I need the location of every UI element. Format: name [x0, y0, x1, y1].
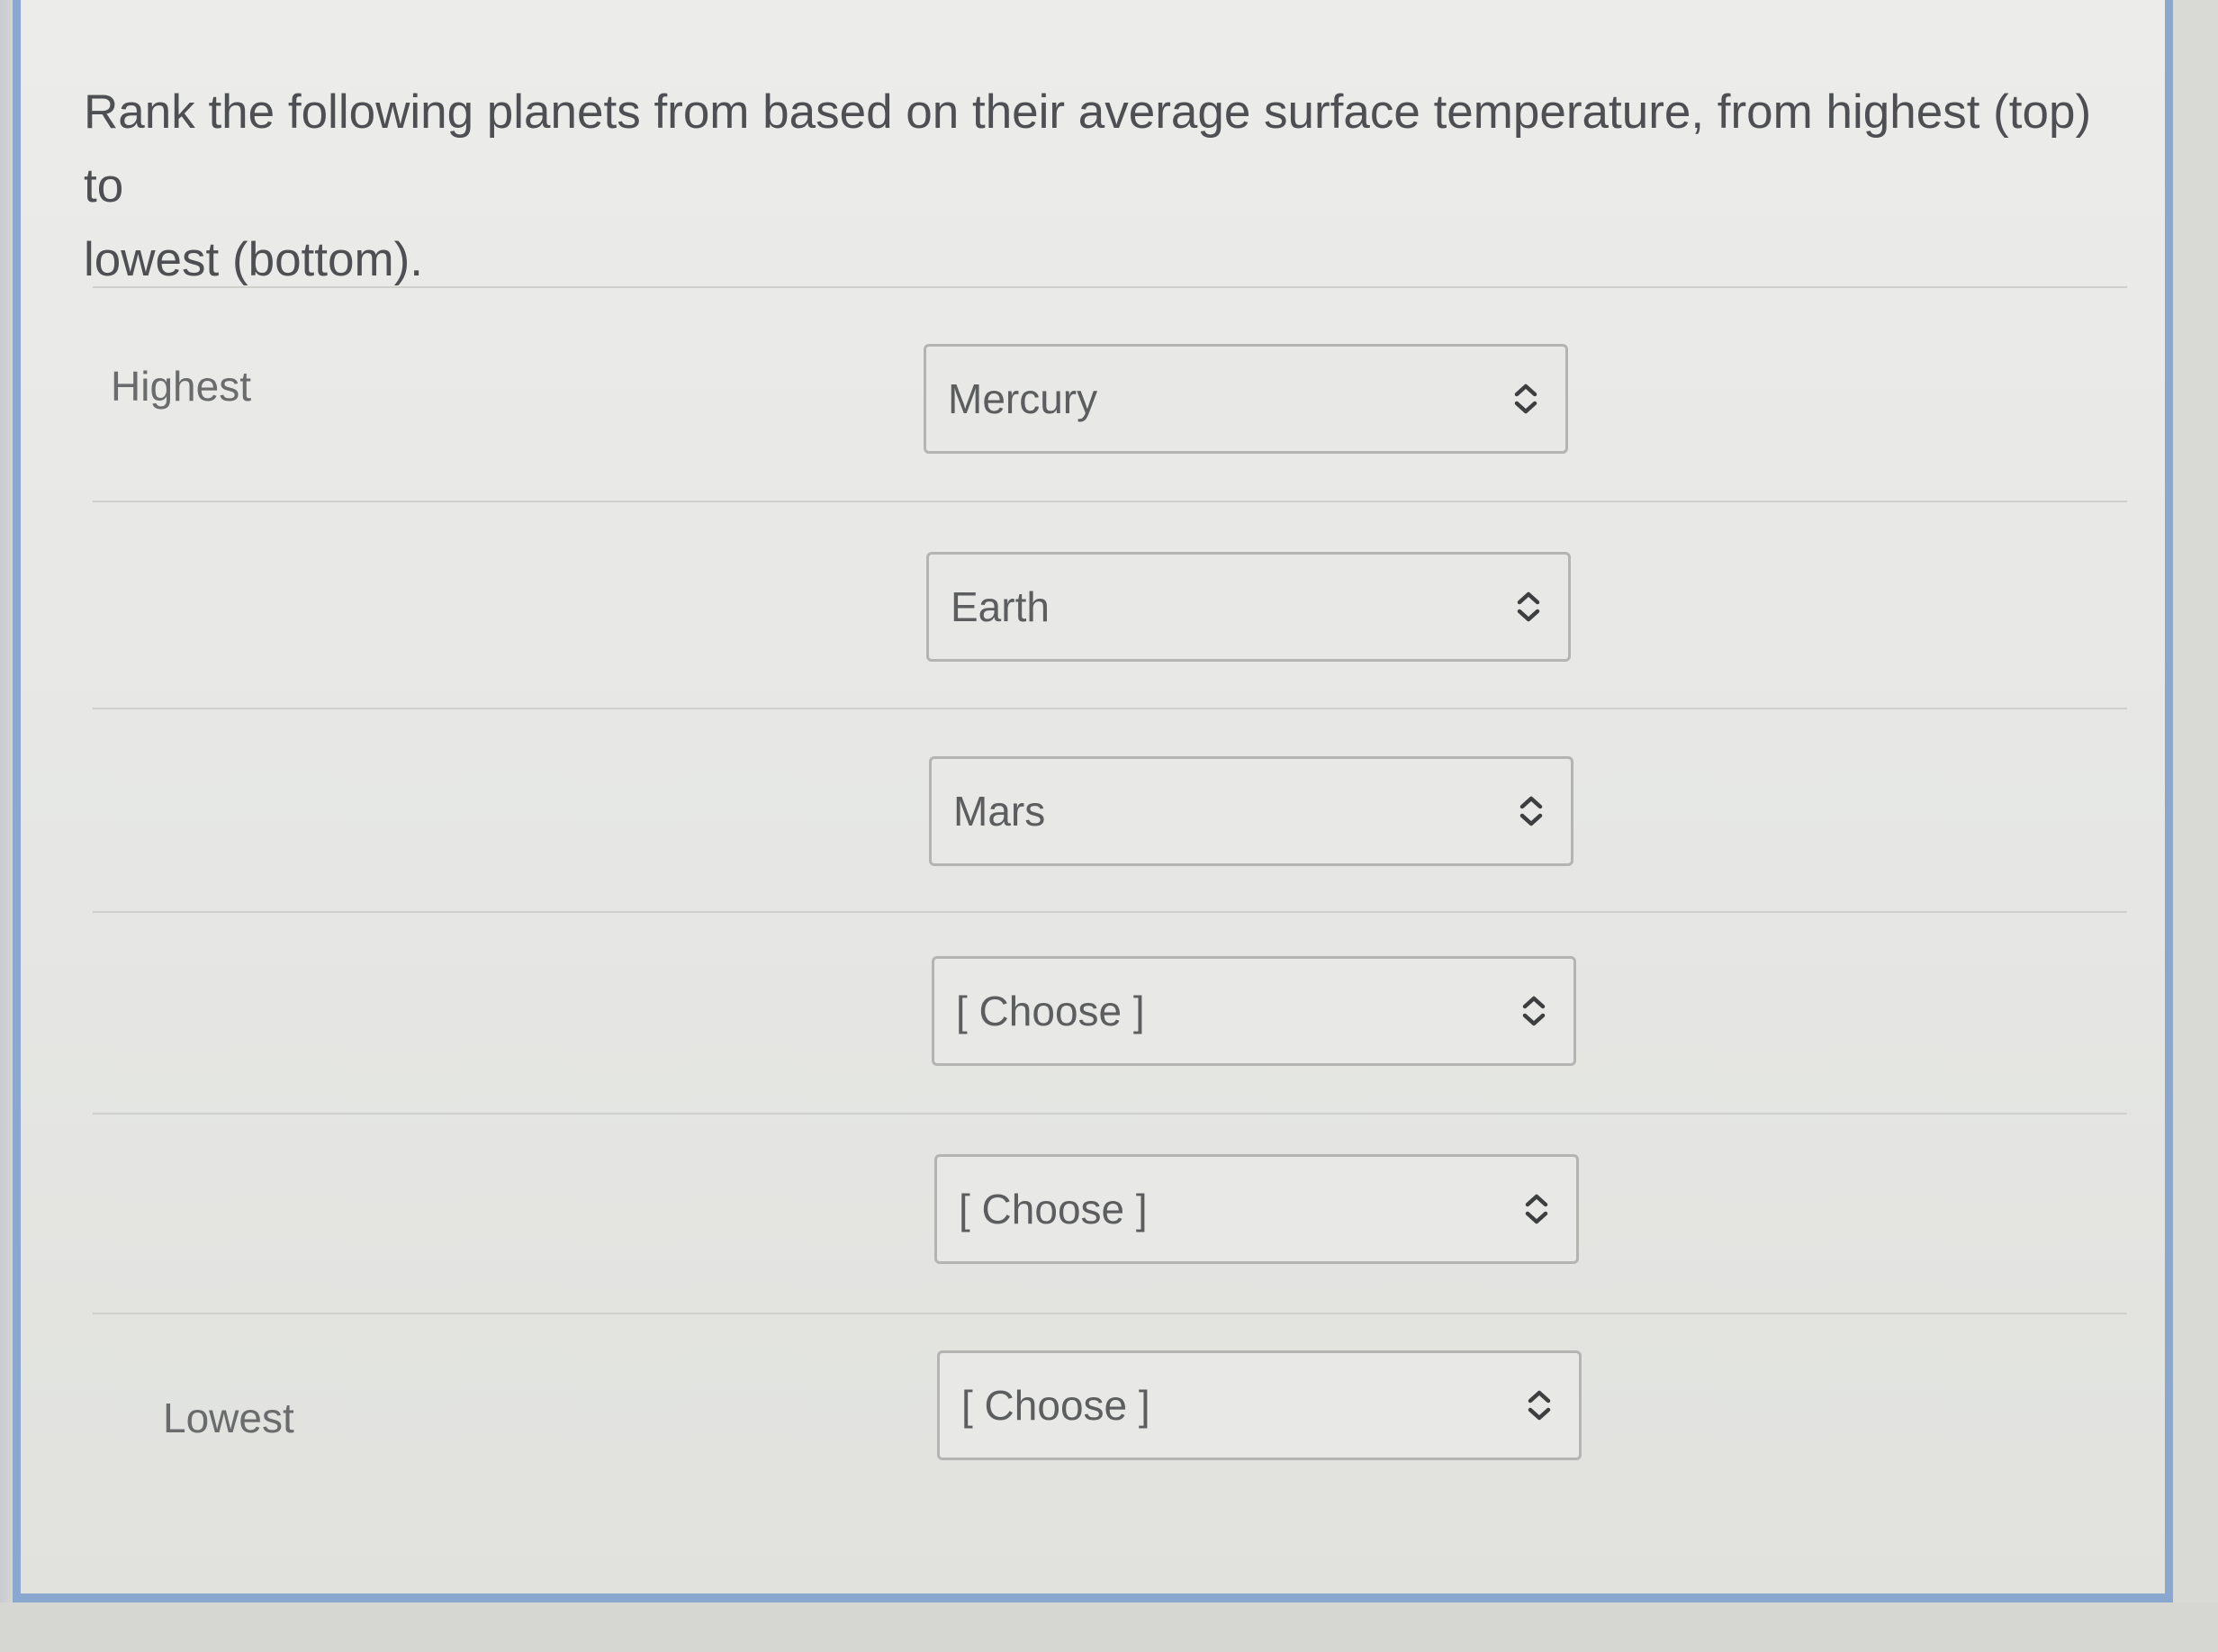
divider [93, 1313, 2127, 1314]
rank-3-value: Mars [953, 788, 1046, 835]
rank-4-value: [ Choose ] [956, 988, 1145, 1034]
lowest-label: Lowest [163, 1395, 294, 1441]
rank-5-value: [ Choose ] [959, 1186, 1148, 1232]
rank-5-select[interactable]: [ Choose ] [934, 1154, 1579, 1264]
chevron-up-down-icon [1508, 374, 1544, 424]
chevron-up-down-icon [1510, 582, 1546, 632]
rank-4-select[interactable]: [ Choose ] [932, 956, 1576, 1066]
question-line-1: Rank the following planets from based on… [84, 86, 2092, 212]
divider [93, 708, 2127, 709]
divider [93, 1113, 2127, 1115]
rank-6-select[interactable]: [ Choose ] [937, 1350, 1582, 1460]
rank-6-value: [ Choose ] [961, 1382, 1150, 1429]
rank-3-select[interactable]: Mars [929, 756, 1573, 866]
below-panel-area [0, 1602, 2218, 1652]
rank-1-value: Mercury [948, 375, 1098, 422]
chevron-up-down-icon [1521, 1380, 1557, 1431]
divider [93, 286, 2127, 288]
ranking-question-panel: Rank the following planets from based on… [13, 0, 2173, 1602]
chevron-up-down-icon [1513, 786, 1549, 836]
highest-label: Highest [111, 363, 251, 410]
rank-2-select[interactable]: Earth [926, 552, 1571, 662]
rank-1-select[interactable]: Mercury [924, 344, 1568, 454]
divider [93, 911, 2127, 913]
rank-2-value: Earth [951, 583, 1050, 630]
left-edge [0, 0, 13, 1652]
question-text: Rank the following planets from based on… [84, 76, 2127, 297]
divider [93, 501, 2127, 502]
chevron-up-down-icon [1516, 986, 1552, 1036]
chevron-up-down-icon [1519, 1184, 1555, 1234]
